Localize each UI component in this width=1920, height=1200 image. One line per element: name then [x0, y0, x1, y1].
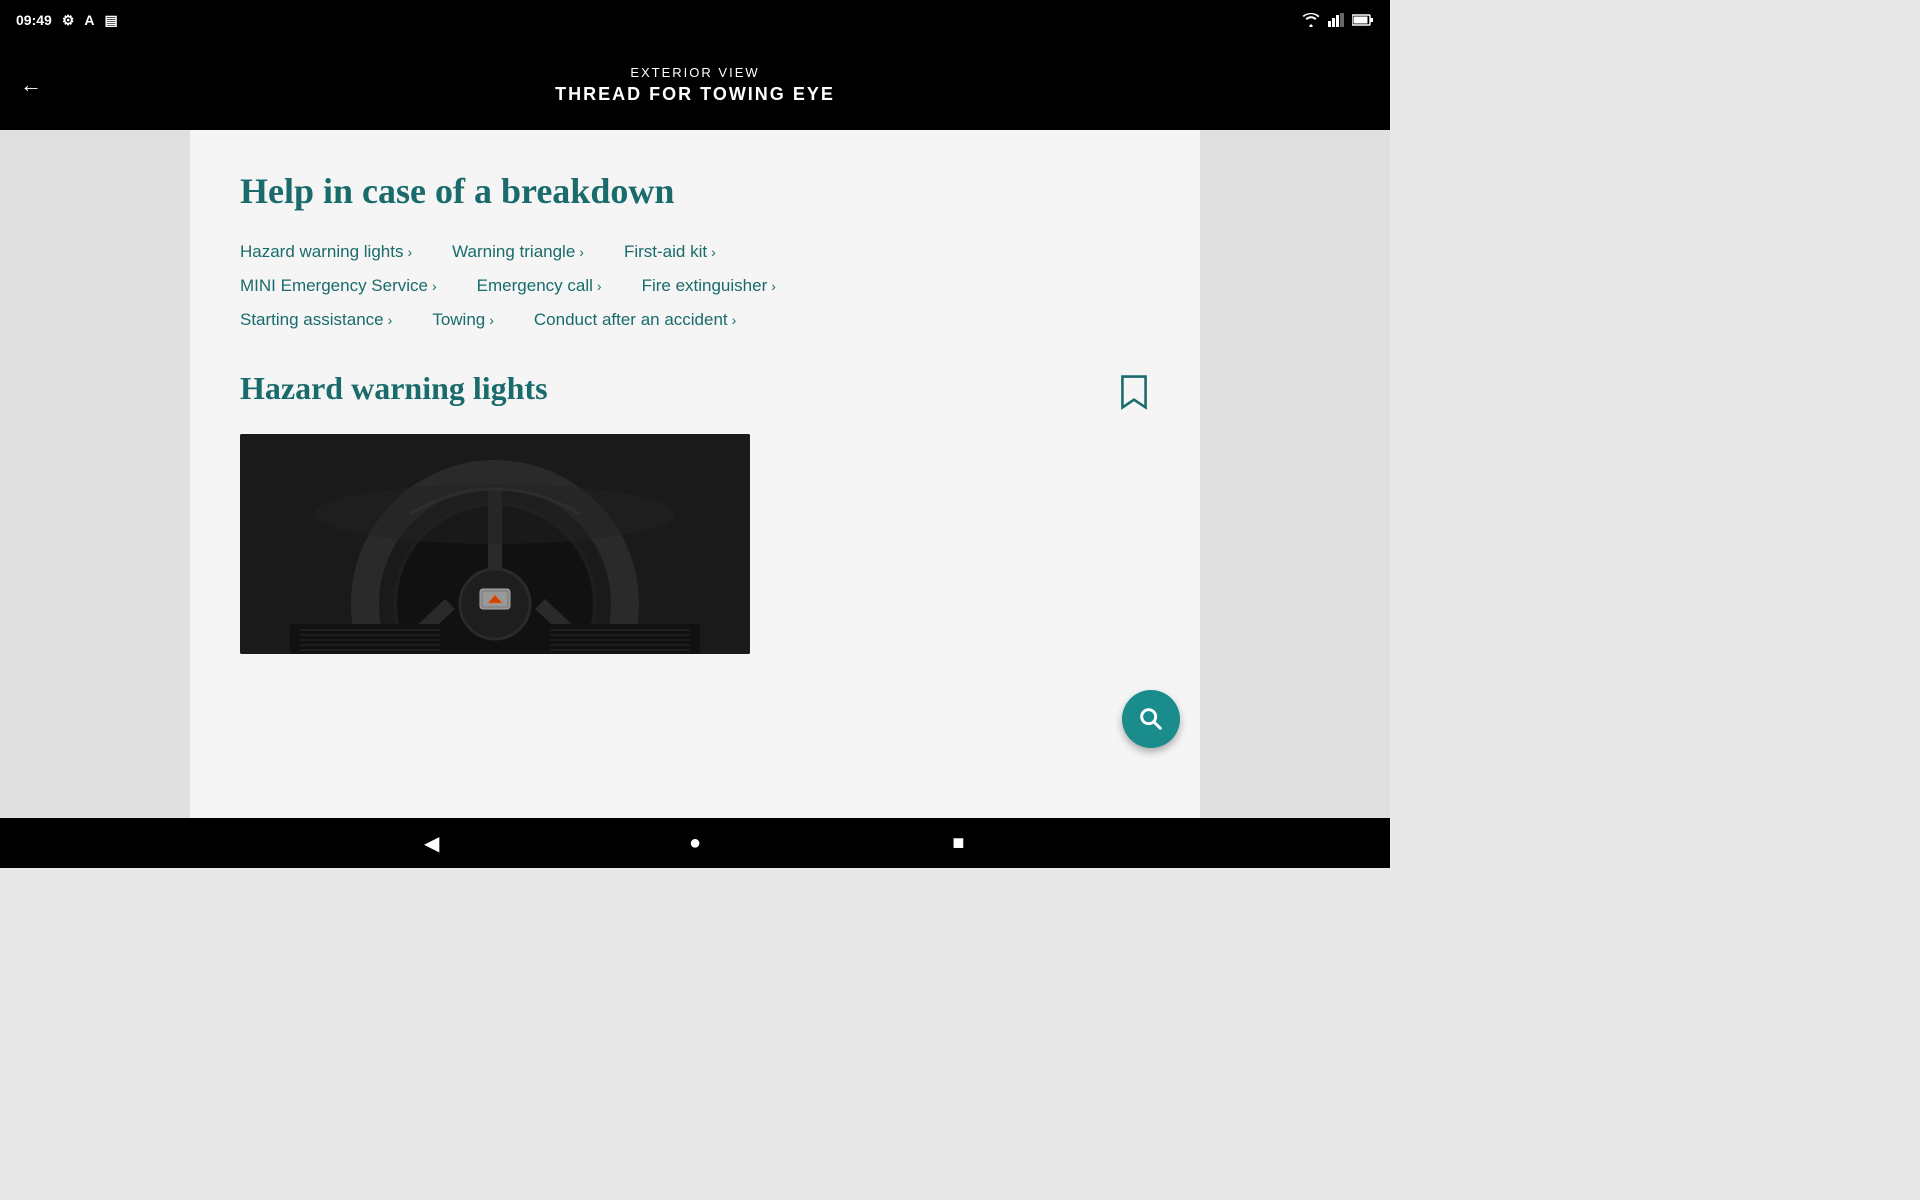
- content-area: Help in case of a breakdown Hazard warni…: [190, 130, 1200, 818]
- link-conduct-after-accident[interactable]: Conduct after an accident ›: [534, 310, 736, 330]
- search-fab[interactable]: [1122, 690, 1180, 748]
- chevron-icon: ›: [489, 312, 494, 328]
- chevron-icon: ›: [407, 244, 412, 260]
- help-title: Help in case of a breakdown: [240, 170, 1150, 212]
- chevron-icon: ›: [732, 312, 737, 328]
- link-mini-emergency-service[interactable]: MINI Emergency Service ›: [240, 276, 437, 296]
- section-header: Hazard warning lights: [240, 370, 1150, 410]
- link-towing[interactable]: Towing ›: [432, 310, 494, 330]
- status-right: [1302, 13, 1374, 27]
- links-row-1: Hazard warning lights › Warning triangle…: [240, 242, 1150, 262]
- section-title: Hazard warning lights: [240, 370, 548, 407]
- nav-title: THREAD FOR TOWING EYE: [555, 84, 835, 105]
- nav-subtitle: EXTERIOR VIEW: [630, 65, 759, 80]
- accessibility-icon: A: [84, 12, 94, 28]
- bookmark-icon[interactable]: [1118, 374, 1150, 410]
- link-first-aid-kit[interactable]: First-aid kit ›: [624, 242, 716, 262]
- signal-icon: [1328, 13, 1344, 27]
- links-row-2: MINI Emergency Service › Emergency call …: [240, 276, 1150, 296]
- link-warning-triangle[interactable]: Warning triangle ›: [452, 242, 584, 262]
- main-area: Help in case of a breakdown Hazard warni…: [0, 130, 1390, 818]
- chevron-icon: ›: [771, 278, 776, 294]
- sidebar-left: [0, 130, 190, 818]
- wifi-icon: [1302, 13, 1320, 27]
- battery-icon: [1352, 14, 1374, 26]
- top-nav-bar: ← EXTERIOR VIEW THREAD FOR TOWING EYE: [0, 40, 1390, 130]
- nav-back-button[interactable]: ◀: [412, 823, 452, 863]
- settings-icon: ⚙: [62, 12, 75, 29]
- battery-saver-icon: ▤: [105, 12, 118, 29]
- back-button[interactable]: ←: [20, 72, 42, 98]
- search-icon: [1137, 705, 1165, 733]
- nav-home-button[interactable]: ●: [675, 823, 715, 863]
- sidebar-right: [1200, 130, 1390, 818]
- bottom-nav-bar: ◀ ● ■: [0, 818, 1390, 868]
- chevron-icon: ›: [711, 244, 716, 260]
- status-bar: 09:49 ⚙ A ▤: [0, 0, 1390, 40]
- link-hazard-warning-lights[interactable]: Hazard warning lights ›: [240, 242, 412, 262]
- links-grid: Hazard warning lights › Warning triangle…: [240, 242, 1150, 330]
- links-row-3: Starting assistance › Towing › Conduct a…: [240, 310, 1150, 330]
- chevron-icon: ›: [579, 244, 584, 260]
- chevron-icon: ›: [432, 278, 437, 294]
- chevron-icon: ›: [388, 312, 393, 328]
- link-fire-extinguisher[interactable]: Fire extinguisher ›: [642, 276, 776, 296]
- chevron-icon: ›: [597, 278, 602, 294]
- car-dashboard-image: [240, 434, 750, 654]
- status-left: 09:49 ⚙ A ▤: [16, 12, 118, 29]
- link-emergency-call[interactable]: Emergency call ›: [477, 276, 602, 296]
- nav-recent-button[interactable]: ■: [938, 823, 978, 863]
- dashboard-svg: [240, 434, 750, 654]
- link-starting-assistance[interactable]: Starting assistance ›: [240, 310, 392, 330]
- time-display: 09:49: [16, 12, 52, 28]
